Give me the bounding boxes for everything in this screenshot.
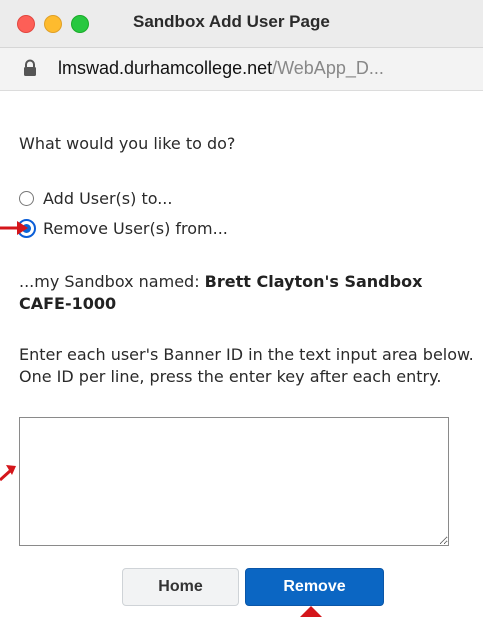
radio-add-users-label[interactable]: Add User(s) to... <box>43 189 172 208</box>
action-question: What would you like to do? <box>19 134 236 153</box>
lock-icon <box>24 59 36 76</box>
radio-add-users[interactable]: Add User(s) to... <box>19 186 172 210</box>
radio-remove-users-label[interactable]: Remove User(s) from... <box>43 219 228 238</box>
sandbox-prefix: ...my Sandbox named: <box>19 272 205 291</box>
annotation-arrow-icon <box>0 221 28 235</box>
sandbox-info: ...my Sandbox named: Brett Clayton's San… <box>19 271 474 315</box>
minimize-window-button[interactable] <box>44 15 62 33</box>
zoom-window-button[interactable] <box>71 15 89 33</box>
radio-remove-users[interactable]: Remove User(s) from... <box>17 216 228 240</box>
url-text[interactable]: lmswad.durhamcollege.net/WebApp_D... <box>58 58 384 79</box>
url-path: /WebApp_D... <box>272 58 384 78</box>
url-host: lmswad.durhamcollege.net <box>58 58 273 78</box>
instructions-text: Enter each user's Banner ID in the text … <box>19 345 474 386</box>
annotation-arrow-icon <box>0 465 16 482</box>
home-button[interactable]: Home <box>122 568 239 606</box>
window-title: Sandbox Add User Page <box>133 12 330 31</box>
address-bar[interactable]: lmswad.durhamcollege.net/WebApp_D... <box>0 48 483 91</box>
radio-add-users-control[interactable] <box>19 190 34 206</box>
close-window-button[interactable] <box>17 15 35 33</box>
annotation-arrow-icon <box>300 606 322 617</box>
remove-button[interactable]: Remove <box>245 568 384 606</box>
banner-ids-textarea[interactable] <box>19 417 449 546</box>
window-titlebar: Sandbox Add User Page <box>0 0 483 48</box>
